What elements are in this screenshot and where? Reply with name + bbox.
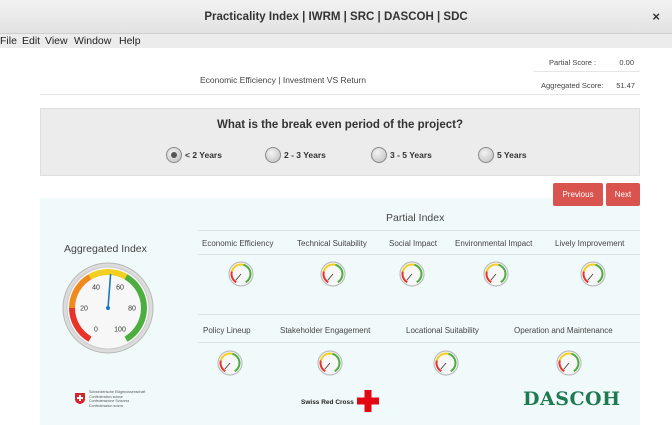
aggregated-score-label: Aggregated Score:	[541, 81, 604, 90]
option-5-years[interactable]: 5 Years	[478, 147, 538, 163]
aggregated-index-gauge: 0 20 40 60 80 100	[62, 262, 154, 354]
red-cross-icon	[357, 390, 379, 412]
sdc-logo: Schweizerische Eidgenossenschaft Confédé…	[74, 390, 184, 418]
question-card: What is the break even period of the pro…	[40, 108, 640, 176]
window-titlebar: Practicality Index | IWRM | SRC | DASCOH…	[0, 0, 672, 34]
gauge-policy-lineup	[217, 350, 243, 376]
dascoh-text: DASCOH	[523, 388, 621, 410]
gauge-tick-label: 40	[92, 285, 100, 292]
divider	[40, 94, 640, 95]
main-content: Partial Score : 0.00 Aggregated Score: 5…	[0, 48, 672, 425]
window-title: Practicality Index | IWRM | SRC | DASCOH…	[204, 11, 468, 23]
menu-bar: File Edit View Window Help	[0, 34, 672, 48]
partial-index-title: Partial Index	[386, 212, 445, 224]
sdc-line: Schweizerische Eidgenossenschaft	[89, 390, 146, 394]
gauge-tick-label: 20	[80, 306, 88, 313]
option-label: < 2 Years	[185, 150, 222, 160]
page-subtitle: Economic Efficiency | Investment VS Retu…	[200, 75, 366, 85]
gauge-locational-suitability	[433, 350, 459, 376]
swiss-red-cross-text: Swiss Red Cross	[301, 399, 354, 406]
gauge-tick-label: 100	[114, 326, 126, 333]
label-locational-suitability: Locational Suitability	[406, 326, 479, 335]
label-technical-suitability: Technical Suitability	[297, 239, 367, 248]
option-lt-2-years[interactable]: < 2 Years	[166, 147, 236, 163]
label-economic-efficiency: Economic Efficiency	[202, 239, 274, 248]
gauge-social-impact	[399, 261, 425, 287]
radio-button[interactable]	[265, 147, 281, 163]
option-3-5-years[interactable]: 3 - 5 Years	[371, 147, 443, 163]
aggregated-score-value: 51.47	[616, 81, 635, 90]
option-2-3-years[interactable]: 2 - 3 Years	[265, 147, 337, 163]
label-environmental-impact: Environmental Impact	[455, 239, 533, 248]
gauge-tick-label: 60	[116, 285, 124, 292]
label-lively-improvement: Lively Improvement	[555, 239, 625, 248]
index-panel: Aggregated Index 0 20 40 60 80 100 Partial In…	[40, 198, 640, 425]
next-button[interactable]: Next	[606, 183, 640, 206]
question-text: What is the break even period of the pro…	[216, 119, 463, 131]
gauge-lively-improvement	[580, 261, 606, 287]
radio-button[interactable]	[371, 147, 387, 163]
swiss-red-cross-logo: Swiss Red Cross	[301, 390, 391, 416]
aggregated-score: Aggregated Score: 51.47	[541, 81, 635, 90]
menu-help[interactable]: Help	[119, 35, 141, 47]
divider	[534, 71, 640, 72]
aggregated-index-title: Aggregated Index	[64, 243, 147, 255]
partial-score: Partial Score : 0.00	[549, 58, 634, 67]
divider	[198, 342, 640, 343]
option-label: 2 - 3 Years	[284, 150, 326, 160]
gauge-economic-efficiency	[228, 261, 254, 287]
option-label: 5 Years	[497, 150, 527, 160]
previous-button[interactable]: Previous	[553, 183, 603, 206]
divider	[198, 314, 640, 315]
gauge-tick-label: 0	[94, 326, 98, 333]
gauge-operation-and-maintenance	[556, 350, 582, 376]
close-icon[interactable]: ×	[652, 9, 660, 24]
option-label: 3 - 5 Years	[390, 150, 432, 160]
divider	[198, 230, 640, 231]
gauge-stakeholder-engagement	[317, 350, 343, 376]
sdc-line: Confederaziun svizra	[89, 403, 123, 408]
radio-button[interactable]	[478, 147, 494, 163]
partial-score-label: Partial Score :	[549, 58, 597, 67]
label-social-impact: Social Impact	[389, 239, 438, 248]
menu-file[interactable]: File	[0, 35, 17, 47]
radio-button[interactable]	[166, 147, 182, 163]
menu-edit[interactable]: Edit	[22, 35, 40, 47]
gauge-environmental-impact	[483, 261, 509, 287]
swiss-flag-icon	[75, 393, 85, 404]
gauge-technical-suitability	[320, 261, 346, 287]
label-stakeholder-engagement: Stakeholder Engagement	[280, 326, 371, 335]
label-operation-and-maintenance: Operation and Maintenance	[514, 326, 613, 335]
menu-view[interactable]: View	[45, 35, 68, 47]
label-policy-lineup: Policy Lineup	[203, 326, 251, 335]
partial-score-value: 0.00	[619, 58, 634, 67]
menu-window[interactable]: Window	[74, 35, 111, 47]
gauge-tick-label: 80	[128, 306, 136, 313]
divider	[198, 254, 640, 255]
dascoh-logo: DASCOH	[523, 388, 620, 416]
